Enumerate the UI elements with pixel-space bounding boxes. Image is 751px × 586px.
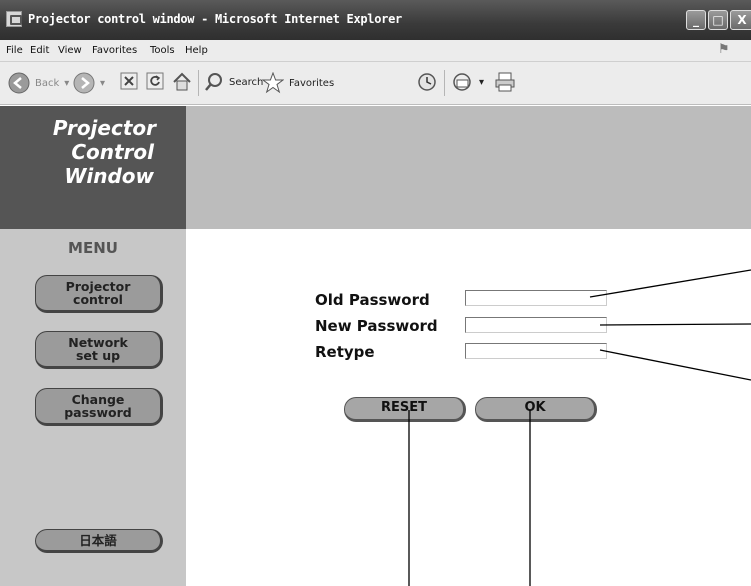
new-password-label: New Password bbox=[315, 317, 438, 335]
retype-password-label: Retype bbox=[315, 343, 375, 361]
header-banner bbox=[186, 106, 751, 229]
menu-view[interactable]: View bbox=[58, 45, 82, 56]
stop-button[interactable] bbox=[120, 72, 138, 90]
sidebar: MENU Projector control Network set up Ch… bbox=[0, 229, 186, 586]
print-icon bbox=[495, 72, 515, 92]
logo-line-2: Control bbox=[71, 140, 154, 164]
menu-favorites[interactable]: Favorites bbox=[92, 45, 137, 56]
menu-title: MENU bbox=[68, 239, 118, 257]
back-dropdown-icon: ▾ bbox=[64, 77, 70, 89]
callout-line bbox=[589, 269, 751, 298]
favorites-button[interactable]: Favorites bbox=[262, 72, 334, 94]
sidebar-item-label: Change password bbox=[64, 392, 132, 420]
window-title: Projector control window - Microsoft Int… bbox=[28, 12, 402, 26]
old-password-field[interactable] bbox=[465, 290, 607, 306]
menu-bar: File Edit View Favorites Tools Help ⚑ bbox=[0, 40, 751, 62]
refresh-icon bbox=[146, 72, 164, 90]
change-password-button[interactable]: Change password bbox=[35, 388, 163, 426]
history-icon bbox=[418, 73, 436, 91]
stop-icon bbox=[120, 72, 138, 90]
menu-help[interactable]: Help bbox=[185, 45, 208, 56]
sidebar-item-label: Projector control bbox=[65, 279, 131, 307]
home-button[interactable] bbox=[172, 72, 192, 92]
title-bar: Projector control window - Microsoft Int… bbox=[0, 0, 751, 40]
toolbar-separator bbox=[444, 70, 445, 96]
windows-logo-icon: ⚑ bbox=[718, 42, 730, 57]
star-icon bbox=[262, 72, 284, 94]
ok-button[interactable]: OK bbox=[475, 397, 597, 422]
mail-dropdown-icon: ▾ bbox=[479, 76, 485, 88]
history-button[interactable] bbox=[417, 72, 437, 92]
forward-dropdown-icon: ▾ bbox=[100, 77, 106, 89]
logo-line-1: Projector bbox=[52, 116, 156, 140]
projector-control-button[interactable]: Projector control bbox=[35, 275, 163, 313]
japanese-language-button[interactable]: 日本語 bbox=[35, 529, 163, 553]
mail-icon bbox=[453, 73, 471, 91]
toolbar: Back ▾ ▾ Search Favorites ▾ bbox=[0, 62, 751, 105]
ie-page-icon bbox=[6, 11, 22, 27]
callout-line bbox=[599, 323, 751, 326]
network-setup-button[interactable]: Network set up bbox=[35, 331, 163, 369]
mail-button[interactable]: ▾ bbox=[452, 72, 484, 92]
old-password-label: Old Password bbox=[315, 291, 430, 309]
back-button[interactable]: Back ▾ bbox=[8, 72, 69, 94]
toolbar-separator bbox=[198, 70, 199, 96]
favorites-label: Favorites bbox=[289, 77, 335, 89]
reset-button[interactable]: RESET bbox=[344, 397, 466, 422]
menu-edit[interactable]: Edit bbox=[30, 45, 49, 56]
forward-button[interactable]: ▾ bbox=[73, 72, 105, 94]
callout-line bbox=[599, 349, 751, 381]
forward-arrow-icon bbox=[73, 72, 95, 94]
search-label: Search bbox=[229, 76, 264, 88]
minimize-button[interactable]: _ bbox=[686, 10, 706, 30]
sidebar-item-label: Network set up bbox=[68, 335, 128, 363]
app-logo: Projector Control Window bbox=[0, 106, 186, 229]
search-button[interactable]: Search bbox=[204, 72, 263, 92]
back-arrow-icon bbox=[8, 72, 30, 94]
back-label: Back bbox=[35, 77, 60, 89]
search-icon bbox=[205, 73, 222, 91]
logo-line-3: Window bbox=[64, 164, 154, 188]
sidebar-item-label: 日本語 bbox=[79, 532, 117, 548]
home-icon bbox=[173, 72, 191, 91]
print-button[interactable] bbox=[494, 72, 516, 92]
maximize-button[interactable]: □ bbox=[708, 10, 728, 30]
menu-file[interactable]: File bbox=[6, 45, 23, 56]
close-button[interactable]: X bbox=[730, 10, 751, 30]
retype-password-field[interactable] bbox=[465, 343, 607, 359]
new-password-field[interactable] bbox=[465, 317, 607, 333]
menu-tools[interactable]: Tools bbox=[150, 45, 175, 56]
refresh-button[interactable] bbox=[146, 72, 164, 90]
